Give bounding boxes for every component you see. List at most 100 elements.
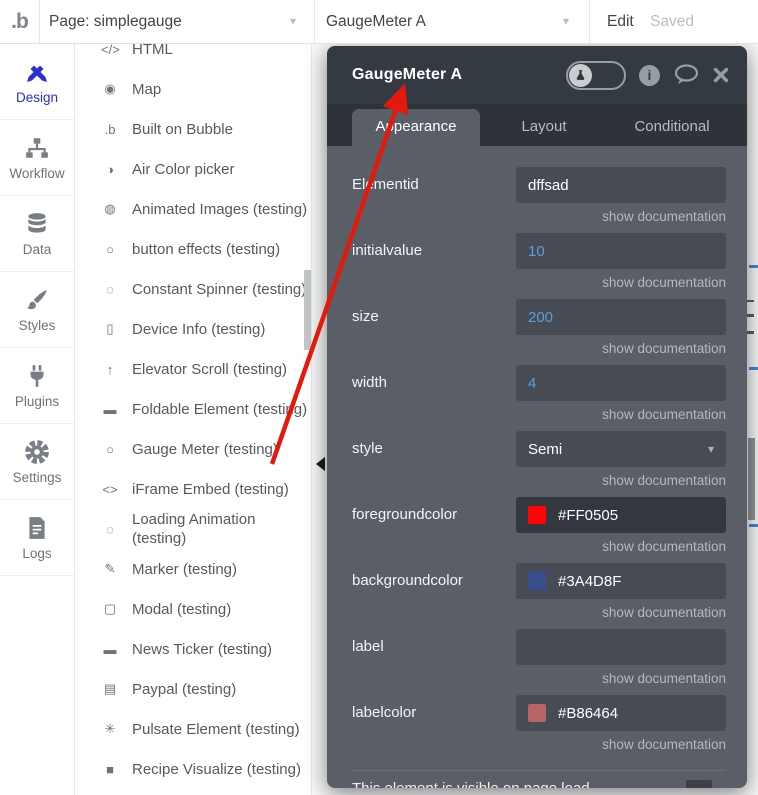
show-documentation-link[interactable]: show documentation <box>516 539 726 554</box>
element-label: Marker (testing) <box>132 560 238 578</box>
card-icon: ▤ <box>103 681 117 696</box>
device-icon: ▯ <box>106 321 114 336</box>
field-value: 200 <box>528 308 554 326</box>
document-icon <box>24 515 50 541</box>
element-list-item[interactable]: ▬ News Ticker (testing) <box>75 629 311 669</box>
show-documentation-link[interactable]: show documentation <box>516 341 726 356</box>
workflow-icon <box>24 135 50 161</box>
show-documentation-link[interactable]: show documentation <box>516 605 726 620</box>
show-documentation-link[interactable]: show documentation <box>516 737 726 752</box>
canvas-scrollbar[interactable] <box>748 438 755 520</box>
pencil-icon: ✎ <box>104 561 116 576</box>
element-list-item[interactable]: ○ Gauge Meter (testing) <box>75 429 311 469</box>
embed-icon: <> <box>102 481 118 497</box>
element-label: Air Color picker <box>132 160 235 178</box>
field-label: foregroundcolor <box>352 506 458 523</box>
nav-item-label: Workflow <box>9 165 65 181</box>
plugin-element-list: </> HTML ◉ Map .b Built on Bubble ◑ Air … <box>75 44 312 795</box>
element-list-item[interactable]: ◌ Loading Animation (testing) <box>75 509 311 549</box>
element-list-item[interactable]: ▢ Modal (testing) <box>75 589 311 629</box>
element-list-item[interactable]: ✳ Pulsate Element (testing) <box>75 709 311 749</box>
element-list-item[interactable]: ◍ Animated Images (testing) <box>75 189 311 229</box>
square-icon: ■ <box>106 761 114 777</box>
selection-handle[interactable] <box>749 265 758 268</box>
color-swatch[interactable] <box>528 572 546 590</box>
field-input[interactable]: Semi ▾ <box>516 431 726 467</box>
nav-item-workflow[interactable]: Workflow <box>0 120 74 196</box>
selection-handle[interactable] <box>749 367 758 370</box>
field-input[interactable]: #FF0505 <box>516 497 726 533</box>
nav-item-design[interactable]: Design <box>0 44 74 120</box>
element-selector[interactable]: GaugeMeter A <box>326 0 426 43</box>
field-input[interactable]: #3A4D8F <box>516 563 726 599</box>
nav-item-label: Settings <box>12 469 62 485</box>
nav-item-label: Logs <box>22 545 52 561</box>
tab-appearance[interactable]: Appearance <box>352 109 480 146</box>
field-input[interactable]: dffsad <box>516 167 726 203</box>
field-input[interactable]: 4 <box>516 365 726 401</box>
show-documentation-link[interactable]: show documentation <box>516 671 726 686</box>
field-input[interactable]: 10 <box>516 233 726 269</box>
element-label: Built on Bubble <box>132 120 233 138</box>
field-style: style Semi ▾ show documentation <box>352 431 726 497</box>
element-list-item[interactable]: ▬ Foldable Element (testing) <box>75 389 311 429</box>
color-swatch[interactable] <box>528 704 546 722</box>
field-input[interactable] <box>516 629 726 665</box>
element-list-item[interactable]: ▯ Device Info (testing) <box>75 309 311 349</box>
element-list-item[interactable]: </> HTML <box>75 44 311 69</box>
loading-icon: ◌ <box>106 521 114 537</box>
info-icon[interactable]: i <box>639 64 660 86</box>
field-value: #3A4D8F <box>558 572 622 590</box>
element-label: Paypal (testing) <box>132 680 237 698</box>
foldable-icon: ▬ <box>103 401 117 417</box>
chevron-down-icon: ▾ <box>707 442 714 456</box>
nav-item-plugins[interactable]: Plugins <box>0 348 74 424</box>
visible-on-load-checkbox[interactable] <box>686 780 712 788</box>
element-list-item[interactable]: ✎ Marker (testing) <box>75 549 311 589</box>
element-list-scrollbar[interactable] <box>304 270 311 350</box>
bubble-logo[interactable]: .b <box>0 0 40 43</box>
nav-item-settings[interactable]: Settings <box>0 424 74 500</box>
tab-conditional[interactable]: Conditional <box>608 109 736 146</box>
nav-item-data[interactable]: Data <box>0 196 74 272</box>
toolbar-divider <box>314 0 315 43</box>
field-label: Elementid <box>352 176 419 193</box>
show-documentation-link[interactable]: show documentation <box>516 407 726 422</box>
page-selector-chevron-icon[interactable]: ▾ <box>290 0 296 43</box>
arrow-up-icon: ↑ <box>106 361 114 377</box>
show-documentation-link[interactable]: show documentation <box>516 473 726 488</box>
element-label: HTML <box>132 44 173 58</box>
show-documentation-link[interactable]: show documentation <box>516 209 726 224</box>
element-list-item[interactable]: ◑ Air Color picker <box>75 149 311 189</box>
tab-layout[interactable]: Layout <box>480 109 608 146</box>
nav-item-label: Styles <box>18 317 56 333</box>
panel-collapse-arrow[interactable] <box>316 457 325 471</box>
element-list-item[interactable]: ▤ Paypal (testing) <box>75 669 311 709</box>
panel-tabs: Appearance Layout Conditional <box>327 104 747 146</box>
element-list-item[interactable]: ◌ Constant Spinner (testing) <box>75 269 311 309</box>
element-list-item[interactable]: .b Built on Bubble <box>75 109 311 149</box>
element-selector-chevron-icon[interactable]: ▾ <box>563 0 569 43</box>
page-selector[interactable]: Page: simplegauge <box>49 0 182 43</box>
field-input[interactable]: 200 <box>516 299 726 335</box>
comment-icon[interactable] <box>673 64 700 86</box>
color-swatch[interactable] <box>528 506 546 524</box>
show-documentation-link[interactable]: show documentation <box>516 275 726 290</box>
spinner-icon: ◌ <box>106 281 114 297</box>
nav-item-logs[interactable]: Logs <box>0 500 74 576</box>
element-list-item[interactable]: ↑ Elevator Scroll (testing) <box>75 349 311 389</box>
element-label: Animated Images (testing) <box>132 200 308 218</box>
element-label: button effects (testing) <box>132 240 281 258</box>
edit-menu[interactable]: Edit <box>607 0 634 43</box>
selection-handle[interactable] <box>749 524 758 527</box>
nav-item-label: Data <box>22 241 52 257</box>
element-list-item[interactable]: <> iFrame Embed (testing) <box>75 469 311 509</box>
element-list-item[interactable]: ◉ Map <box>75 69 311 109</box>
field-labelcolor: labelcolor #B86464 show documentation <box>352 695 726 761</box>
close-icon[interactable] <box>713 67 729 83</box>
field-input[interactable]: #B86464 <box>516 695 726 731</box>
experiment-toggle[interactable] <box>566 60 626 90</box>
nav-item-styles[interactable]: Styles <box>0 272 74 348</box>
element-list-item[interactable]: ○ button effects (testing) <box>75 229 311 269</box>
element-list-item[interactable]: ■ Recipe Visualize (testing) <box>75 749 311 789</box>
